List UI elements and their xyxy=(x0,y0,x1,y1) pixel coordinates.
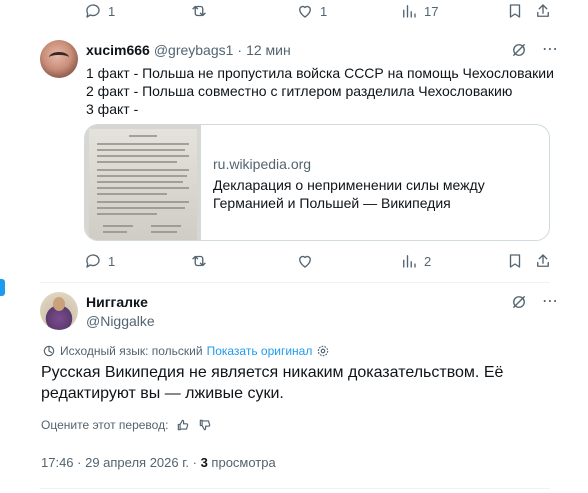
thumbs-up-icon[interactable] xyxy=(176,418,190,432)
reply-button[interactable]: 1 xyxy=(84,2,115,20)
reply-text: 1 факт - Польша не пропустила войска ССС… xyxy=(86,64,554,118)
translate-icon xyxy=(43,345,55,357)
reply-count: 1 xyxy=(108,253,116,269)
author-name[interactable]: Ниггалке xyxy=(86,294,148,310)
author-handle[interactable]: @greybags1 xyxy=(154,42,234,58)
grok-icon[interactable] xyxy=(510,293,528,311)
reply-line: 2 факт - Польша совместно с гитлером раз… xyxy=(86,83,513,99)
source-language: Исходный язык: польский xyxy=(60,344,203,358)
bookmark-button[interactable] xyxy=(506,2,524,20)
card-thumbnail xyxy=(85,125,201,240)
more-icon[interactable]: ⋯ xyxy=(542,294,559,310)
retweet-icon xyxy=(192,255,206,267)
more-icon[interactable]: ⋯ xyxy=(542,42,559,58)
retweet-button[interactable] xyxy=(190,2,208,20)
separator: · xyxy=(237,42,243,58)
rate-translation-label: Оцените этот перевод: xyxy=(41,418,169,432)
heart-icon xyxy=(299,5,311,18)
post-meta: 17:46 · 29 апреля 2026 г. · 3 просмотра xyxy=(41,455,276,470)
reply-action-bar: 1 2 xyxy=(84,250,554,274)
bookmark-icon xyxy=(509,254,521,268)
author-handle[interactable]: @Niggalke xyxy=(86,313,155,329)
document-thumbnail xyxy=(89,129,197,240)
views-label: просмотра xyxy=(211,455,276,470)
reply-icon xyxy=(86,254,100,268)
views-count: 3 xyxy=(200,455,208,470)
grok-icon[interactable] xyxy=(510,41,528,59)
share-button[interactable] xyxy=(534,252,552,270)
author-name[interactable]: xucim666 xyxy=(86,42,150,58)
divider xyxy=(40,488,550,489)
retweet-button[interactable] xyxy=(190,252,208,270)
like-button[interactable] xyxy=(296,252,314,270)
bookmark-button[interactable] xyxy=(506,252,524,270)
main-header-icons: ⋯ xyxy=(510,293,559,311)
card-title: Декларация о неприменении силы между Гер… xyxy=(213,177,485,211)
gear-icon[interactable] xyxy=(316,344,330,358)
reply-count: 1 xyxy=(108,3,116,19)
reply-header-icons: ⋯ xyxy=(510,41,559,59)
views-button[interactable]: 2 xyxy=(400,252,431,270)
card-text: ru.wikipedia.org Декларация о неприменен… xyxy=(201,125,503,240)
views-icon xyxy=(403,5,416,18)
reply-button[interactable]: 1 xyxy=(84,252,115,270)
reply-author-line: xucim666 @greybags1 · 12 мин xyxy=(86,42,291,58)
translation-info: Исходный язык: польский Показать оригина… xyxy=(42,344,330,358)
views-count: 17 xyxy=(424,3,439,19)
views-button[interactable]: 17 xyxy=(400,2,438,20)
timestamp[interactable]: 17:46 · 29 апреля 2026 г. · xyxy=(41,455,197,470)
thumbs-down-icon[interactable] xyxy=(198,418,212,432)
top-action-bar: 1 1 17 xyxy=(84,0,554,24)
heart-icon xyxy=(299,255,311,268)
card-domain: ru.wikipedia.org xyxy=(213,156,312,172)
rate-translation: Оцените этот перевод: xyxy=(41,418,212,432)
reply-line: 1 факт - Польша не пропустила войска ССС… xyxy=(86,65,554,81)
retweet-icon xyxy=(192,5,206,17)
like-button[interactable]: 1 xyxy=(296,2,327,20)
like-count: 1 xyxy=(320,3,328,19)
show-original-link[interactable]: Показать оригинал xyxy=(207,344,313,358)
views-count: 2 xyxy=(424,253,432,269)
share-icon xyxy=(537,4,549,17)
link-card[interactable]: ru.wikipedia.org Декларация о неприменен… xyxy=(84,124,550,241)
reply-icon xyxy=(86,4,100,18)
reply-line: 3 факт - xyxy=(86,101,139,117)
post-time[interactable]: 12 мин xyxy=(246,42,291,58)
focus-marker xyxy=(0,279,5,296)
divider xyxy=(40,282,550,283)
avatar[interactable] xyxy=(40,292,78,330)
share-icon xyxy=(537,254,549,267)
post-text: Русская Википедия не является никаким до… xyxy=(41,364,504,402)
avatar[interactable] xyxy=(40,40,78,78)
share-button[interactable] xyxy=(534,2,552,20)
views-icon xyxy=(403,255,416,268)
bookmark-icon xyxy=(509,4,521,18)
